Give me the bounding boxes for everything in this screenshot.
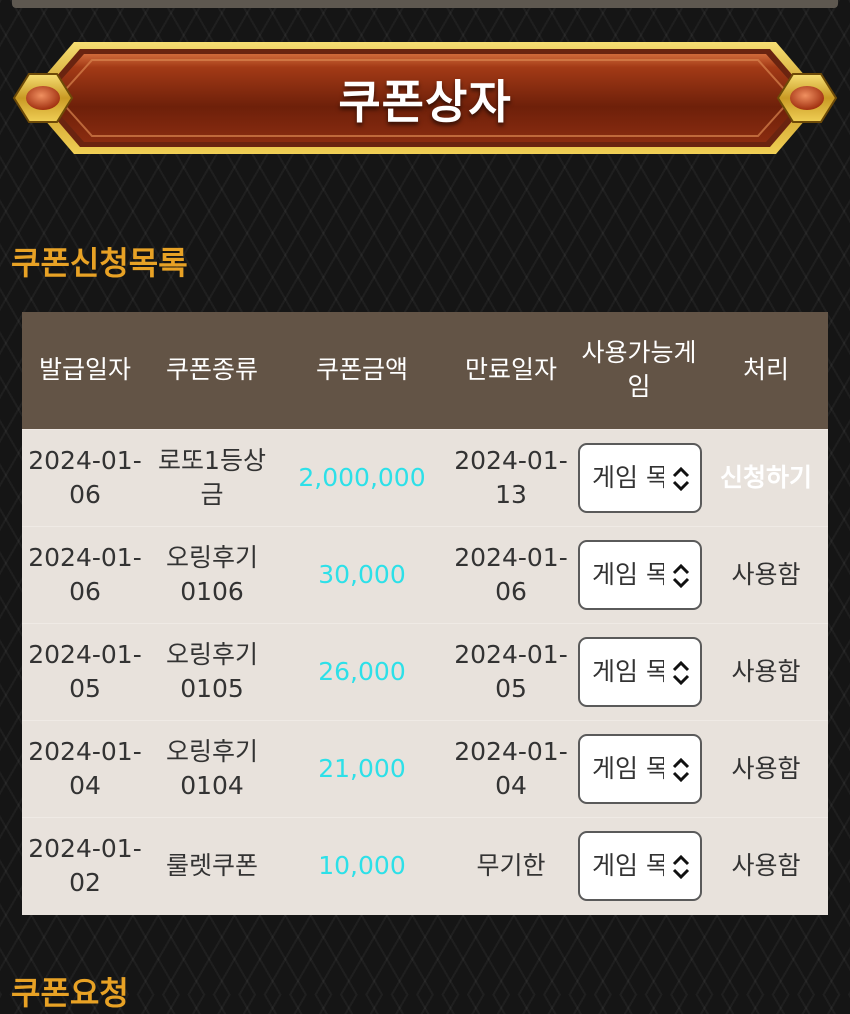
header-banner: 쿠폰상자 (12, 38, 838, 158)
top-bar (12, 0, 838, 8)
issued-date-cell: 2024-01-02 (28, 833, 142, 897)
select-updown-icon (672, 563, 690, 588)
game-select-value: 게임 목 (592, 559, 664, 589)
coupon-amount-cell: 2,000,000 (298, 462, 426, 492)
game-select-cell: 게임 목 (574, 526, 704, 623)
game-select-cell: 게임 목 (574, 720, 704, 817)
table-row: 2024-01-05 오링후기0105 26,000 2024-01-05 게임… (22, 623, 828, 720)
coupon-type-cell: 오링후기0106 (165, 542, 258, 606)
table-row: 2024-01-06 로또1등상금 2,000,000 2024-01-13 게… (22, 429, 828, 526)
coupon-table: 발급일자 쿠폰종류 쿠폰금액 만료일자 사용가능게임 처리 2024-01-06… (22, 312, 828, 915)
game-select-value: 게임 목 (592, 850, 664, 880)
coupon-amount-cell: 30,000 (318, 559, 406, 589)
coupon-type-cell: 오링후기0104 (165, 736, 258, 800)
coupon-list-heading: 쿠폰신청목록 (11, 244, 188, 282)
coupon-amount-cell: 10,000 (318, 850, 406, 880)
game-select[interactable]: 게임 목 (578, 636, 702, 707)
expiry-date-cell: 2024-01-04 (454, 736, 568, 800)
expiry-date-cell: 2024-01-06 (454, 542, 568, 606)
table-row: 2024-01-06 오링후기0106 30,000 2024-01-06 게임… (22, 526, 828, 623)
game-select-cell: 게임 목 (574, 817, 704, 914)
game-select-value: 게임 목 (592, 753, 664, 783)
status-used: 사용함 (731, 753, 801, 783)
col-header-action: 처리 (742, 355, 789, 385)
issued-date-cell: 2024-01-06 (28, 542, 142, 606)
coupon-type-cell: 로또1등상금 (158, 445, 266, 509)
select-updown-icon (672, 757, 690, 782)
expiry-date-cell: 무기한 (476, 850, 546, 880)
col-header-issued: 발급일자 (38, 355, 131, 385)
apply-button[interactable]: 신청하기 (704, 429, 828, 526)
table-row: 2024-01-02 룰렛쿠폰 10,000 무기한 게임 목 사용함 (22, 817, 828, 914)
game-select[interactable]: 게임 목 (578, 733, 702, 804)
coupon-type-cell: 오링후기0105 (165, 639, 258, 703)
coupon-request-heading: 쿠폰요청 (11, 974, 129, 1012)
select-updown-icon (672, 854, 690, 879)
coupon-type-cell: 룰렛쿠폰 (165, 850, 258, 880)
game-select-cell: 게임 목 (574, 623, 704, 720)
game-select-cell: 게임 목 (574, 429, 704, 526)
issued-date-cell: 2024-01-06 (28, 445, 142, 509)
table-row: 2024-01-04 오링후기0104 21,000 2024-01-04 게임… (22, 720, 828, 817)
game-select-value: 게임 목 (592, 462, 664, 492)
col-header-amount: 쿠폰금액 (315, 355, 408, 385)
col-header-expires: 만료일자 (464, 355, 557, 385)
game-select-value: 게임 목 (592, 656, 664, 686)
status-used: 사용함 (731, 559, 801, 589)
coupon-amount-cell: 21,000 (318, 753, 406, 783)
expiry-date-cell: 2024-01-05 (454, 639, 568, 703)
col-header-game: 사용가능게임 (581, 338, 697, 402)
page-title: 쿠폰상자 (338, 75, 512, 129)
col-header-type: 쿠폰종류 (165, 355, 258, 385)
game-select[interactable]: 게임 목 (578, 442, 702, 513)
expiry-date-cell: 2024-01-13 (454, 445, 568, 509)
select-updown-icon (672, 660, 690, 685)
game-select[interactable]: 게임 목 (578, 830, 702, 901)
coupon-amount-cell: 26,000 (318, 656, 406, 686)
table-header-row: 발급일자 쿠폰종류 쿠폰금액 만료일자 사용가능게임 처리 (22, 312, 828, 429)
select-updown-icon (672, 466, 690, 491)
status-used: 사용함 (731, 850, 801, 880)
status-used: 사용함 (731, 656, 801, 686)
game-select[interactable]: 게임 목 (578, 539, 702, 610)
issued-date-cell: 2024-01-04 (28, 736, 142, 800)
issued-date-cell: 2024-01-05 (28, 639, 142, 703)
